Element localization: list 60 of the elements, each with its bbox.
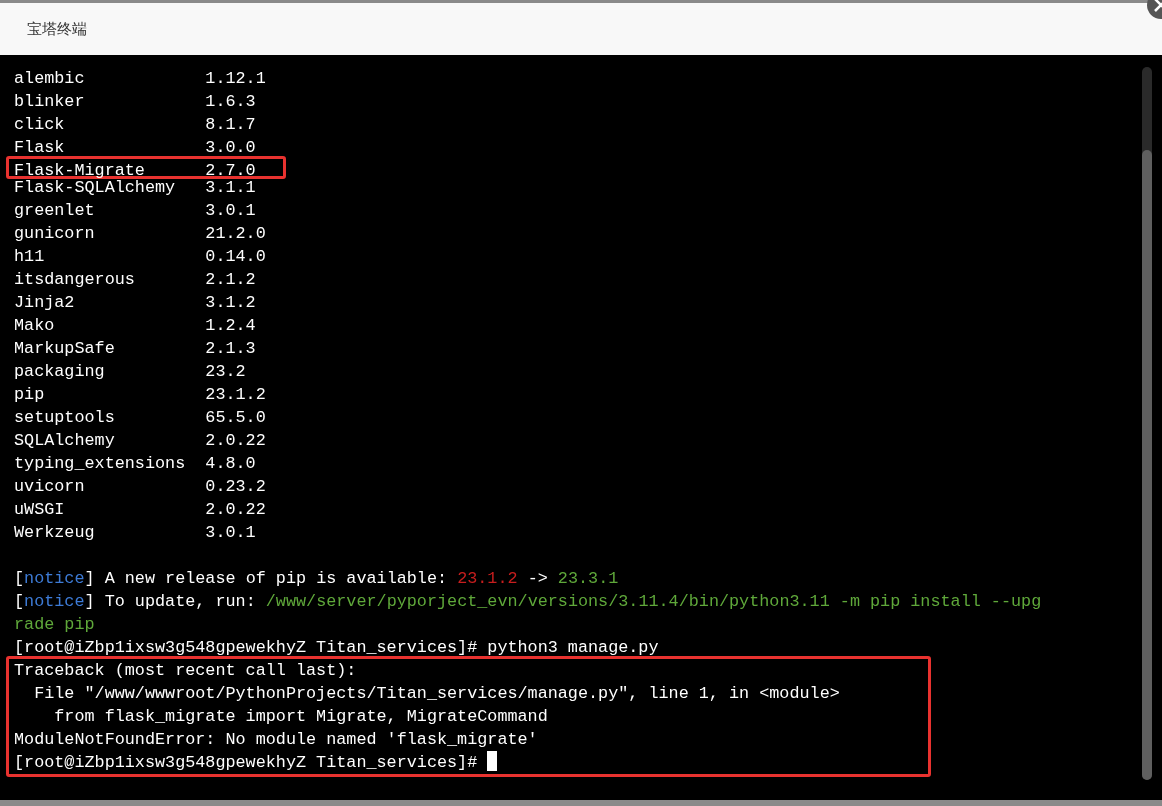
package-name: gunicorn	[14, 223, 96, 245]
terminal-text: ModuleNotFoundError: No module named 'flask_migrate'	[14, 730, 538, 749]
package-version: 1.6.3	[205, 92, 256, 111]
package-name: Flask-SQLAlchemy	[14, 178, 177, 199]
terminal-text: rade pip	[14, 615, 95, 634]
terminal-text: [	[14, 569, 25, 588]
terminal-text: from flask_migrate import Migrate, MigrateCommand	[53, 707, 548, 726]
package-version: 1.2.4	[205, 316, 256, 335]
package-name: Flask-Migrate	[14, 160, 146, 180]
package-version: 2.0.22	[205, 431, 266, 450]
package-name: Werkzeug	[14, 522, 96, 544]
package-version: 8.1.7	[205, 115, 256, 134]
package-version: 2.0.22	[205, 500, 266, 519]
package-version: 3.0.1	[205, 201, 256, 220]
package-name: MarkupSafe	[14, 338, 116, 360]
package-name: Flask	[14, 137, 66, 159]
package-name: Mako	[14, 315, 56, 337]
package-version: 4.8.0	[205, 454, 256, 473]
terminal-text: 23.3.1	[557, 569, 619, 588]
package-name: setuptools	[14, 407, 116, 429]
terminal-text: [root@iZbp1ixsw3g548gpewekhyZ Titan_services]# python3 manage.py	[14, 638, 659, 657]
terminal-text: notice	[24, 569, 85, 588]
terminal-text: Traceback (most recent call last):	[14, 661, 357, 680]
terminal-text: ] To update, run:	[84, 592, 257, 611]
terminal-text: ] A new release of pip is available:	[84, 569, 449, 588]
package-name: Jinja2	[14, 292, 76, 314]
package-version: 21.2.0	[205, 224, 266, 243]
package-name: alembic	[14, 68, 86, 90]
terminal-text: /www/server/pyporject_evn/versions/3.11.4/bin/python3.11 -m pip install --upg	[265, 592, 1042, 611]
package-version: 1.12.1	[205, 69, 266, 88]
terminal-text: 23.1.2	[457, 569, 518, 588]
package-name: blinker	[14, 91, 86, 113]
package-version: 23.2	[205, 362, 246, 381]
package-version: 3.1.2	[205, 293, 256, 312]
package-version: 2.1.3	[205, 339, 256, 358]
window-title: 宝塔终端	[27, 18, 87, 40]
package-name: click	[14, 114, 66, 136]
package-name: SQLAlchemy	[14, 430, 116, 452]
package-name: uWSGI	[14, 499, 66, 521]
package-name: h11	[14, 246, 46, 268]
package-version: 3.0.0	[205, 138, 256, 157]
package-name: typing_extensions	[14, 453, 187, 475]
package-version: 0.14.0	[205, 247, 266, 266]
package-name: itsdangerous	[14, 269, 136, 291]
terminal-text: [	[14, 592, 25, 611]
package-name: packaging	[14, 361, 106, 383]
package-version: 23.1.2	[205, 385, 266, 404]
package-version: 65.5.0	[205, 408, 266, 427]
package-name: greenlet	[14, 200, 96, 222]
package-version: 2.1.2	[205, 270, 256, 289]
terminal-text: [root@iZbp1ixsw3g548gpewekhyZ Titan_services]#	[14, 753, 479, 772]
package-name: pip	[14, 384, 46, 406]
terminal-text: notice	[24, 592, 85, 611]
package-version: 3.1.1	[205, 178, 256, 197]
terminal-text: File "/www/wwwroot/PythonProjects/Titan_services/manage.py", line 1, in <module>	[33, 684, 840, 703]
package-version: 0.23.2	[205, 477, 266, 496]
terminal-text: ->	[526, 569, 549, 588]
package-name: uvicorn	[14, 476, 86, 498]
package-version: 2.7.0	[205, 161, 256, 180]
package-version: 3.0.1	[205, 523, 256, 542]
